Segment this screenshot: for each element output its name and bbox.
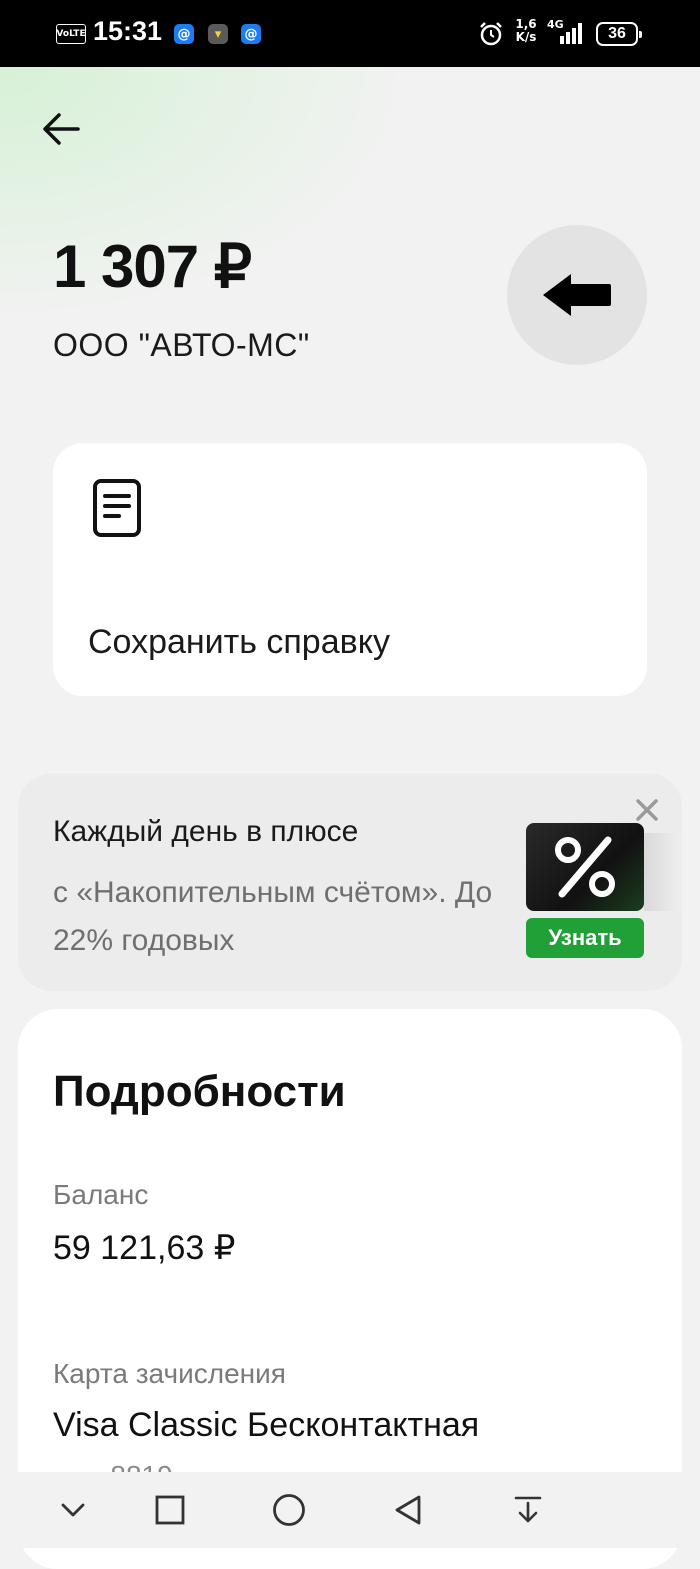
promo-learn-button[interactable]: Узнать <box>526 918 644 958</box>
transaction-amount: 1 307 ₽ <box>53 233 252 300</box>
promo-image <box>526 823 644 911</box>
save-receipt-label: Сохранить справку <box>88 623 390 661</box>
signal-icon <box>560 23 582 44</box>
promo-image-edge <box>644 833 682 911</box>
battery-indicator: 36 <box>596 22 642 46</box>
nav-back-button[interactable] <box>386 1488 430 1532</box>
direction-arrow-icon <box>543 274 611 316</box>
mail-app-icon-2: @ <box>241 24 261 44</box>
alarm-icon <box>480 22 502 46</box>
transaction-direction-badge <box>507 225 647 365</box>
card-label: Карта зачисления <box>53 1358 286 1389</box>
volte-indicator: VoLTE <box>56 24 86 44</box>
speed-unit: K/s <box>515 30 537 44</box>
promo-banner[interactable]: Каждый день в плюсе с «Накопительным счё… <box>18 773 682 991</box>
back-arrow-icon <box>43 113 80 145</box>
back-button[interactable] <box>38 108 84 150</box>
status-bar: VoLTE 15:31 @ ▾ @ 1,6 K/s 4G 36 <box>0 0 700 67</box>
promo-text: с «Накопительным счётом». До 22% годовых <box>53 876 493 957</box>
system-navigation-bar <box>0 1472 700 1548</box>
nav-home-button[interactable] <box>267 1488 311 1532</box>
status-time: 15:31 <box>93 16 163 46</box>
circle-icon <box>273 1494 305 1526</box>
promo-close-button[interactable] <box>630 793 664 827</box>
triangle-back-icon <box>395 1495 421 1525</box>
merchant-name: ООО "АВТО-МС" <box>53 327 310 363</box>
shield-app-icon: ▾ <box>208 24 228 44</box>
percent-icon <box>555 836 615 898</box>
close-icon <box>636 799 658 821</box>
balance-label: Баланс <box>53 1179 149 1210</box>
network-speed: 1,6 K/s <box>513 18 539 44</box>
chevron-down-icon <box>61 1503 85 1517</box>
square-icon <box>155 1495 185 1525</box>
mail-app-icon: @ <box>174 24 194 44</box>
balance-value: 59 121,63 ₽ <box>53 1229 236 1267</box>
card-value[interactable]: Visa Classic Бесконтактная <box>53 1406 479 1445</box>
nav-notifications-button[interactable] <box>506 1488 550 1532</box>
promo-title: Каждый день в плюсе <box>53 815 359 848</box>
nav-collapse-button[interactable] <box>51 1488 95 1532</box>
download-tray-icon <box>514 1496 542 1523</box>
nav-recents-button[interactable] <box>148 1488 192 1532</box>
details-heading: Подробности <box>53 1067 346 1116</box>
save-receipt-button[interactable]: Сохранить справку <box>53 443 647 696</box>
document-icon <box>93 479 141 537</box>
